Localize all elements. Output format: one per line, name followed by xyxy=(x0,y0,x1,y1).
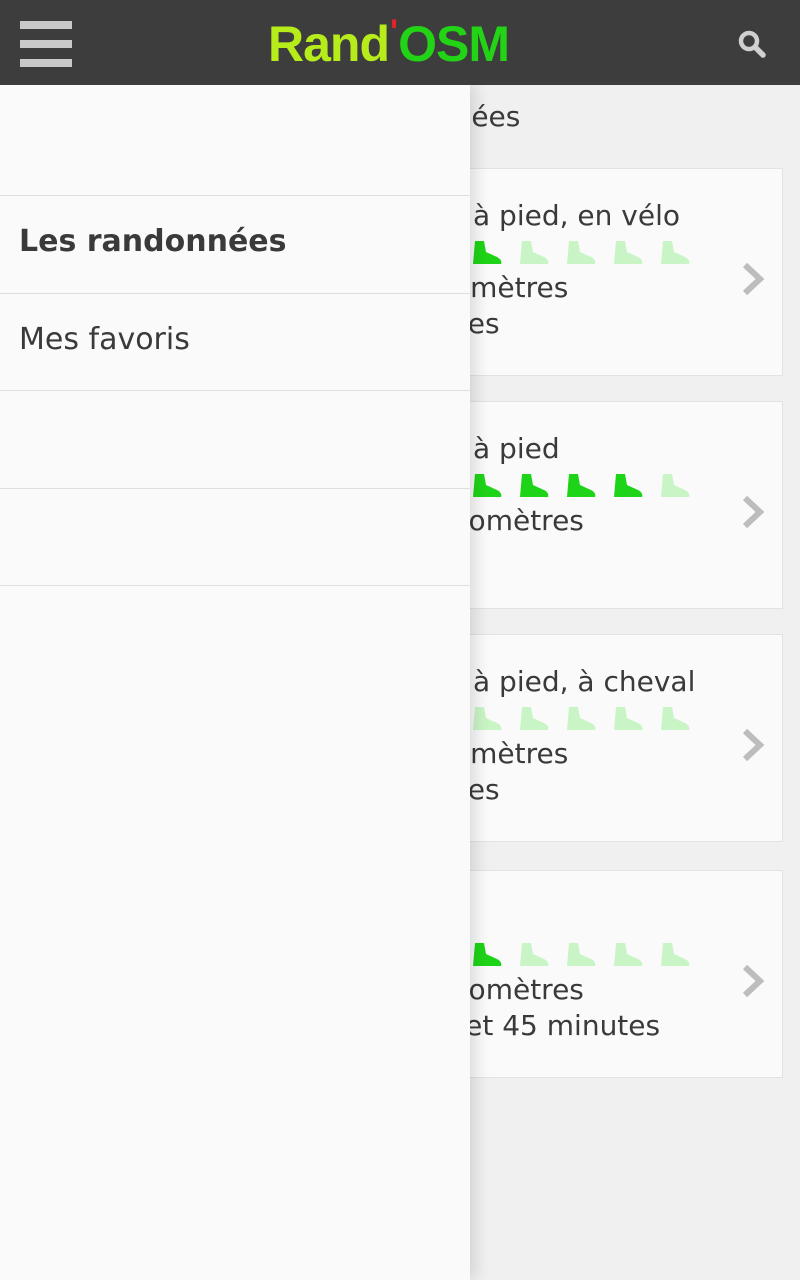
boot-icon xyxy=(614,707,643,730)
boot-icon xyxy=(661,474,690,497)
difficulty-rating xyxy=(469,239,704,265)
drawer-item-label: Mes favoris xyxy=(19,322,190,357)
hike-modes: à pied, à cheval xyxy=(473,665,696,698)
drawer-item-top[interactable] xyxy=(0,98,470,195)
drawer-item-label: Les randonnées xyxy=(19,224,287,259)
logo-rand: Rand xyxy=(268,16,390,72)
boot-icon xyxy=(567,474,596,497)
boot-icon xyxy=(473,474,502,497)
boot-icon xyxy=(473,707,502,730)
drawer-divider xyxy=(0,585,470,586)
chevron-right-icon xyxy=(742,495,765,529)
difficulty-rating xyxy=(469,472,704,498)
hike-modes: à pied xyxy=(473,432,560,465)
chevron-right-icon xyxy=(742,728,765,762)
logo-osm: OSM xyxy=(398,16,510,72)
hike-distance: ilomètres xyxy=(453,504,584,537)
boot-icon xyxy=(567,241,596,264)
boot-icon xyxy=(520,241,549,264)
hamburger-icon[interactable] xyxy=(20,21,72,67)
logo-apostrophe: ' xyxy=(390,13,398,51)
chevron-right-icon xyxy=(742,964,765,998)
drawer-item-empty-2[interactable] xyxy=(0,488,470,585)
hamburger-bar xyxy=(20,40,72,48)
boot-icon xyxy=(567,943,596,966)
boot-icon xyxy=(520,943,549,966)
hike-duration: e et 45 minutes xyxy=(439,1009,661,1042)
boot-icon xyxy=(614,241,643,264)
drawer-item-empty-1[interactable] xyxy=(0,390,470,487)
drawer-item-les-randonnees[interactable]: Les randonnées xyxy=(0,195,470,292)
navigation-drawer: Les randonnées Mes favoris xyxy=(0,85,470,1280)
boot-icon xyxy=(567,707,596,730)
drawer-item-mes-favoris[interactable]: Mes favoris xyxy=(0,293,470,390)
search-icon[interactable] xyxy=(738,30,766,58)
difficulty-rating xyxy=(469,941,704,967)
boot-icon xyxy=(473,943,502,966)
boot-icon xyxy=(520,474,549,497)
boot-icon xyxy=(661,241,690,264)
boot-icon xyxy=(520,707,549,730)
difficulty-rating xyxy=(469,705,704,731)
hike-distance: omètres xyxy=(453,271,569,304)
hike-distance: omètres xyxy=(453,737,569,770)
boot-icon xyxy=(614,943,643,966)
chevron-right-icon xyxy=(742,262,765,296)
hike-distance: ilomètres xyxy=(453,973,584,1006)
hamburger-bar xyxy=(20,59,72,67)
boot-icon xyxy=(661,943,690,966)
boot-icon xyxy=(473,241,502,264)
hike-modes: à pied, en vélo xyxy=(473,199,680,232)
app-header: Rand'OSM xyxy=(0,0,800,85)
boot-icon xyxy=(614,474,643,497)
app-logo: Rand'OSM xyxy=(268,13,538,74)
hamburger-bar xyxy=(20,21,72,29)
boot-icon xyxy=(661,707,690,730)
